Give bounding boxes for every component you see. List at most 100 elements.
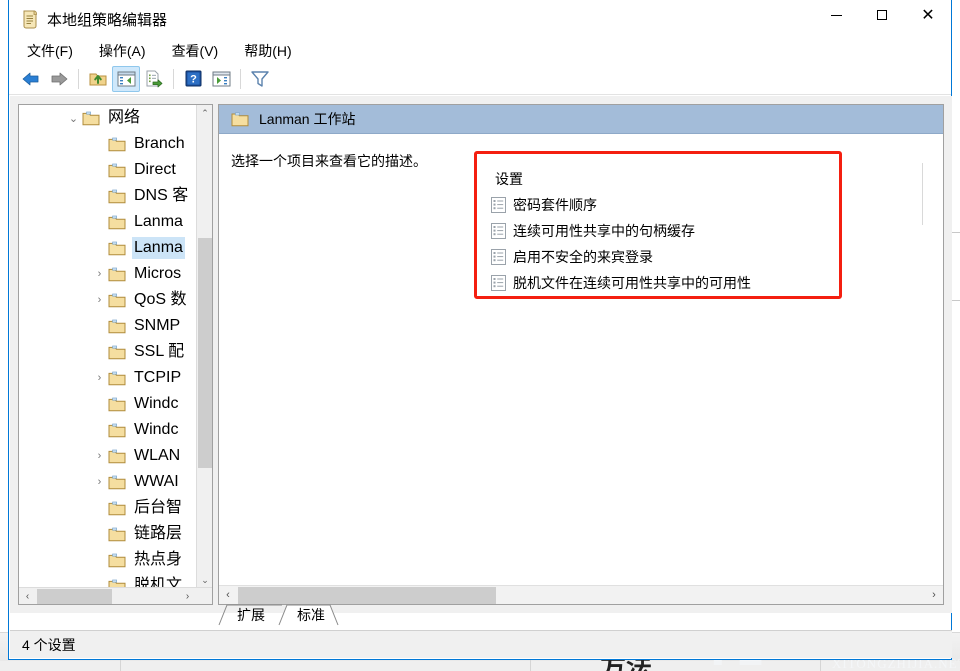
tree-item[interactable]: › WWAI [19, 469, 197, 495]
console-tree[interactable]: ⌄ 网络 Branch Direct DNS 客 Lanma Lanma › Micr… [19, 105, 197, 589]
content-panel: Lanman 工作站 选择一个项目来查看它的描述。 设置 密码套件顺序 连续可用性… [218, 104, 944, 605]
scroll-right-icon[interactable]: › [925, 586, 943, 604]
scroll-left-icon[interactable]: ‹ [19, 588, 36, 604]
chevron-right-icon[interactable]: › [93, 450, 106, 463]
maximize-button[interactable] [859, 0, 905, 30]
tree-item-label: DNS 客 [134, 187, 189, 204]
toolbar-separator [173, 68, 174, 89]
tree-item[interactable]: Direct [19, 157, 197, 183]
chevron-right-icon[interactable]: › [93, 476, 106, 489]
scroll-up-icon[interactable]: ⌃ [197, 105, 212, 122]
folder-icon [108, 371, 126, 386]
tree-item[interactable]: ⌄ 网络 [19, 105, 197, 131]
tree-item-label: 网络 [108, 109, 141, 126]
folder-icon [82, 111, 100, 126]
chevron-down-icon[interactable]: ⌄ [67, 112, 80, 125]
settings-list-item[interactable]: 连续可用性共享中的句柄缓存 [491, 218, 751, 244]
tree-item-label: TCPIP [134, 369, 182, 386]
tree-item[interactable]: 后台智 [19, 495, 197, 521]
up-folder-icon[interactable] [84, 66, 112, 92]
chevron-right-icon[interactable]: › [93, 268, 106, 281]
menu-file[interactable]: 文件(F) [21, 39, 79, 63]
folder-icon [108, 553, 126, 568]
scroll-right-icon[interactable]: › [179, 588, 196, 604]
tree-hscroll-thumb[interactable] [37, 589, 112, 604]
twisty-placeholder [93, 398, 106, 411]
tree-horizontal-scrollbar[interactable]: ‹ › [19, 587, 212, 604]
tab-extended[interactable]: 扩展 [218, 604, 284, 626]
tree-item[interactable]: › WLAN [19, 443, 197, 469]
tree-item[interactable]: 热点身 [19, 547, 197, 573]
tree-item-label: SSL 配 [134, 343, 185, 360]
chevron-right-icon[interactable]: › [93, 372, 106, 385]
filter-icon[interactable] [246, 66, 274, 92]
tree-item[interactable]: 链路层 [19, 521, 197, 547]
tree-item[interactable]: Branch [19, 131, 197, 157]
tree-item-label: Windc [134, 395, 179, 412]
settings-list-panel: 设置 密码套件顺序连续可用性共享中的句柄缓存启用不安全的来宾登录 脱机文件在连续可… [477, 145, 842, 300]
tree-item-label: Windc [134, 421, 179, 438]
folder-icon [108, 475, 126, 490]
menu-action[interactable]: 操作(A) [93, 39, 152, 63]
title-bar: 本地组策略编辑器 ✕ [9, 0, 951, 38]
tree-vertical-scrollbar[interactable]: ⌃ ⌄ [196, 105, 212, 589]
menu-bar: 文件(F) 操作(A) 查看(V) 帮助(H) [9, 38, 951, 63]
folder-icon [108, 345, 126, 360]
content-header: Lanman 工作站 [219, 105, 943, 134]
folder-icon [108, 189, 126, 204]
settings-list-item[interactable]: 启用不安全的来宾登录 [491, 244, 751, 270]
tree-item[interactable]: Lanma [19, 209, 197, 235]
pane-splitter[interactable] [922, 163, 923, 225]
settings-list-item[interactable]: 密码套件顺序 [491, 192, 751, 218]
scroll-left-icon[interactable]: ‹ [219, 586, 237, 604]
window-body: ⌄ 网络 Branch Direct DNS 客 Lanma Lanma › Micr… [10, 96, 952, 613]
folder-icon [231, 111, 249, 127]
twisty-placeholder [93, 346, 106, 359]
folder-icon [108, 397, 126, 412]
tree-item[interactable]: SNMP [19, 313, 197, 339]
show-hide-tree-icon[interactable] [112, 65, 140, 92]
settings-column-header: 设置 [495, 171, 523, 187]
tree-item[interactable]: DNS 客 [19, 183, 197, 209]
tree-vscroll-thumb[interactable] [198, 238, 212, 468]
close-button[interactable]: ✕ [905, 0, 951, 30]
folder-icon [108, 449, 126, 464]
tab-standard[interactable]: 标准 [278, 604, 344, 626]
maximize-icon [877, 10, 887, 20]
group-policy-editor-window: 本地组策略编辑器 ✕ 文件(F) 操作(A) 查看(V) 帮助(H) ? ⌄ 网… [8, 0, 952, 660]
policy-setting-icon [491, 197, 506, 213]
minimize-button[interactable] [813, 0, 859, 30]
folder-icon [108, 293, 126, 308]
policy-setting-icon [491, 275, 506, 291]
settings-list[interactable]: 密码套件顺序连续可用性共享中的句柄缓存启用不安全的来宾登录 脱机文件在连续可用性共… [491, 192, 751, 296]
content-hscroll-thumb[interactable] [238, 587, 496, 604]
tree-item[interactable]: › TCPIP [19, 365, 197, 391]
settings-list-item[interactable]: 脱机文件在连续可用性共享中的可用性 [491, 270, 751, 296]
tree-item[interactable]: › QoS 数 [19, 287, 197, 313]
menu-view[interactable]: 查看(V) [166, 39, 225, 63]
status-text: 4 个设置 [22, 636, 76, 653]
tree-item[interactable]: SSL 配 [19, 339, 197, 365]
policy-setting-icon [491, 249, 506, 265]
show-action-pane-icon[interactable] [207, 66, 235, 92]
tree-item-label: Micros [134, 265, 182, 282]
twisty-placeholder [93, 216, 106, 229]
back-arrow-icon[interactable] [17, 66, 45, 92]
tree-item[interactable]: Lanma [19, 235, 197, 261]
chevron-right-icon[interactable]: › [93, 294, 106, 307]
tree-item[interactable]: Windc [19, 417, 197, 443]
policy-document-icon [21, 10, 39, 29]
content-horizontal-scrollbar[interactable]: ‹ › [219, 585, 943, 604]
minimize-icon [830, 14, 842, 16]
folder-icon [108, 137, 126, 152]
tree-item[interactable]: Windc [19, 391, 197, 417]
tree-item-label: SNMP [134, 317, 181, 334]
menu-help[interactable]: 帮助(H) [238, 39, 297, 63]
help-icon[interactable]: ? [179, 66, 207, 92]
settings-list-item-label: 连续可用性共享中的句柄缓存 [513, 223, 695, 239]
export-list-icon[interactable] [140, 66, 168, 92]
forward-arrow-icon[interactable] [45, 66, 73, 92]
tree-item-label: 链路层 [134, 525, 183, 542]
twisty-placeholder [93, 138, 106, 151]
tree-item[interactable]: › Micros [19, 261, 197, 287]
